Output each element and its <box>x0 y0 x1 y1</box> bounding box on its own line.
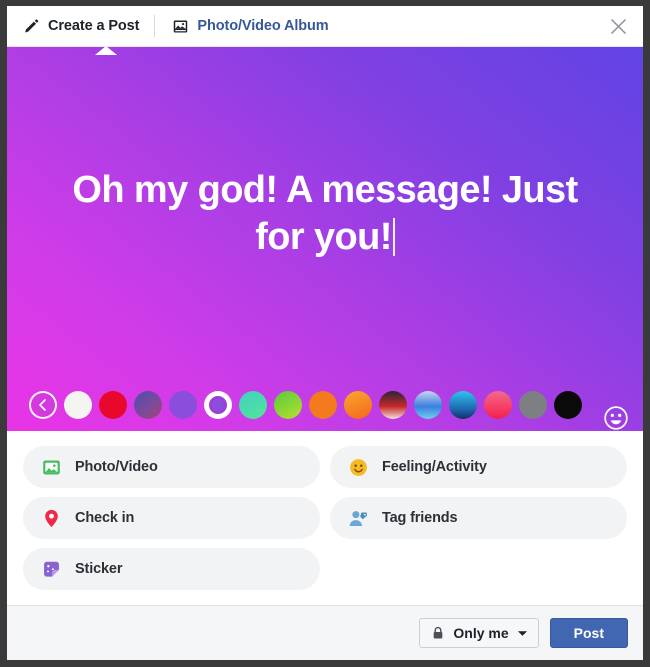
swatch-orange[interactable] <box>309 391 337 419</box>
close-icon[interactable] <box>606 14 630 38</box>
swatch-blue-sky[interactable] <box>414 391 442 419</box>
tab-photo-video-album[interactable]: Photo/Video Album <box>168 6 332 46</box>
swatch-dark-red-white[interactable] <box>379 391 407 419</box>
action-feeling-activity[interactable]: Feeling/Activity <box>330 446 627 488</box>
action-feeling-activity-label: Feeling/Activity <box>382 459 487 475</box>
photo-video-icon <box>40 456 62 478</box>
pencil-icon <box>23 18 40 35</box>
action-sticker-label: Sticker <box>75 561 123 577</box>
swatch-purple-slate[interactable] <box>134 391 162 419</box>
header-notch <box>95 46 117 55</box>
post-text[interactable]: Oh my god! A message! Just for you! <box>72 169 578 258</box>
palette-back-button[interactable] <box>29 391 57 419</box>
post-composer-area[interactable]: Oh my god! A message! Just for you! <box>7 47 643 431</box>
privacy-dropdown-label: Only me <box>453 625 509 641</box>
swatch-orange-yellow[interactable] <box>344 391 372 419</box>
header-divider <box>154 15 156 37</box>
swatch-cyan-navy[interactable] <box>449 391 477 419</box>
swatch-teal-green[interactable] <box>239 391 267 419</box>
swatch-purple-selected[interactable] <box>169 391 197 419</box>
window-frame: Create a Post Photo/Video Album Oh my go… <box>0 0 650 667</box>
swatch-blue[interactable] <box>204 391 232 419</box>
action-tag-friends[interactable]: Tag friends <box>330 497 627 539</box>
action-tag-friends-label: Tag friends <box>382 510 458 526</box>
background-color-palette[interactable] <box>7 389 643 421</box>
swatch-black[interactable] <box>554 391 582 419</box>
action-check-in-label: Check in <box>75 510 135 526</box>
location-pin-icon <box>40 507 62 529</box>
action-check-in[interactable]: Check in <box>23 497 320 539</box>
tab-photo-video-album-label: Photo/Video Album <box>197 18 329 34</box>
text-caret <box>392 218 395 256</box>
sticker-icon <box>40 558 62 580</box>
lock-icon <box>431 625 445 641</box>
swatch-pink-red[interactable] <box>484 391 512 419</box>
swatch-green-yellow[interactable] <box>274 391 302 419</box>
swatch-red[interactable] <box>99 391 127 419</box>
tab-create-a-post[interactable]: Create a Post <box>19 6 143 46</box>
action-sticker[interactable]: Sticker <box>23 548 320 590</box>
post-text-wrapper[interactable]: Oh my god! A message! Just for you! <box>55 167 595 261</box>
create-post-dialog: Create a Post Photo/Video Album Oh my go… <box>7 6 643 660</box>
tag-friends-icon <box>347 507 369 529</box>
swatch-gray[interactable] <box>519 391 547 419</box>
action-photo-video[interactable]: Photo/Video <box>23 446 320 488</box>
post-actions-grid: Photo/Video Feeling/Activity Check in Ta… <box>7 431 643 605</box>
dialog-header: Create a Post Photo/Video Album <box>7 6 643 55</box>
chevron-down-icon <box>517 628 528 639</box>
tab-create-a-post-label: Create a Post <box>48 18 140 34</box>
dialog-footer: Only me Post <box>7 605 643 660</box>
post-button[interactable]: Post <box>549 618 628 648</box>
feeling-activity-icon <box>347 456 369 478</box>
action-photo-video-label: Photo/Video <box>75 459 158 475</box>
swatch-white[interactable] <box>64 391 92 419</box>
post-button-label: Post <box>573 625 604 641</box>
photo-album-icon <box>172 18 189 35</box>
privacy-dropdown[interactable]: Only me <box>419 618 539 648</box>
